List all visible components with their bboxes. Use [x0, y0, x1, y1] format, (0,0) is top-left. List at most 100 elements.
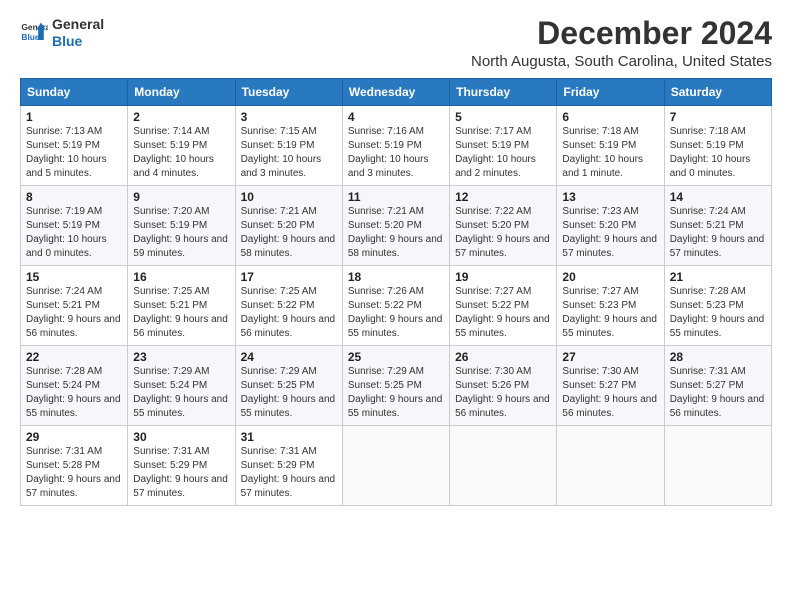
daylight-text: Daylight: 9 hours and 56 minutes. [455, 393, 551, 421]
daylight-text: Daylight: 9 hours and 57 minutes. [562, 233, 658, 261]
day-detail: Sunrise: 7:24 AMSunset: 5:21 PMDaylight:… [26, 285, 122, 341]
calendar-cell: 12Sunrise: 7:22 AMSunset: 5:20 PMDayligh… [450, 186, 557, 266]
sunset-text: Sunset: 5:19 PM [26, 139, 122, 153]
day-detail: Sunrise: 7:28 AMSunset: 5:24 PMDaylight:… [26, 365, 122, 421]
header: General Blue GeneralBlue December 2024 N… [20, 16, 772, 70]
day-detail: Sunrise: 7:31 AMSunset: 5:27 PMDaylight:… [670, 365, 766, 421]
sunrise-text: Sunrise: 7:24 AM [670, 205, 766, 219]
header-thursday: Thursday [450, 79, 557, 106]
sunrise-text: Sunrise: 7:18 AM [670, 125, 766, 139]
day-number: 1 [26, 110, 122, 124]
day-number: 25 [348, 350, 444, 364]
calendar-cell [557, 426, 664, 506]
day-detail: Sunrise: 7:21 AMSunset: 5:20 PMDaylight:… [241, 205, 337, 261]
daylight-text: Daylight: 9 hours and 55 minutes. [348, 313, 444, 341]
sunrise-text: Sunrise: 7:31 AM [670, 365, 766, 379]
sunset-text: Sunset: 5:24 PM [26, 379, 122, 393]
daylight-text: Daylight: 9 hours and 57 minutes. [455, 233, 551, 261]
sunrise-text: Sunrise: 7:27 AM [562, 285, 658, 299]
day-detail: Sunrise: 7:27 AMSunset: 5:22 PMDaylight:… [455, 285, 551, 341]
day-number: 16 [133, 270, 229, 284]
calendar-week-1: 1Sunrise: 7:13 AMSunset: 5:19 PMDaylight… [21, 106, 772, 186]
sunset-text: Sunset: 5:19 PM [133, 139, 229, 153]
day-detail: Sunrise: 7:25 AMSunset: 5:21 PMDaylight:… [133, 285, 229, 341]
daylight-text: Daylight: 9 hours and 56 minutes. [670, 393, 766, 421]
day-detail: Sunrise: 7:29 AMSunset: 5:25 PMDaylight:… [348, 365, 444, 421]
day-number: 21 [670, 270, 766, 284]
day-number: 15 [26, 270, 122, 284]
day-number: 24 [241, 350, 337, 364]
day-number: 9 [133, 190, 229, 204]
day-detail: Sunrise: 7:13 AMSunset: 5:19 PMDaylight:… [26, 125, 122, 181]
day-detail: Sunrise: 7:15 AMSunset: 5:19 PMDaylight:… [241, 125, 337, 181]
header-saturday: Saturday [664, 79, 771, 106]
sunset-text: Sunset: 5:19 PM [562, 139, 658, 153]
sunset-text: Sunset: 5:22 PM [455, 299, 551, 313]
sunset-text: Sunset: 5:19 PM [133, 219, 229, 233]
calendar-cell: 15Sunrise: 7:24 AMSunset: 5:21 PMDayligh… [21, 266, 128, 346]
day-detail: Sunrise: 7:28 AMSunset: 5:23 PMDaylight:… [670, 285, 766, 341]
day-detail: Sunrise: 7:29 AMSunset: 5:24 PMDaylight:… [133, 365, 229, 421]
calendar-cell: 25Sunrise: 7:29 AMSunset: 5:25 PMDayligh… [342, 346, 449, 426]
day-detail: Sunrise: 7:19 AMSunset: 5:19 PMDaylight:… [26, 205, 122, 261]
calendar-cell: 28Sunrise: 7:31 AMSunset: 5:27 PMDayligh… [664, 346, 771, 426]
day-detail: Sunrise: 7:24 AMSunset: 5:21 PMDaylight:… [670, 205, 766, 261]
daylight-text: Daylight: 9 hours and 55 minutes. [562, 313, 658, 341]
day-number: 23 [133, 350, 229, 364]
day-number: 11 [348, 190, 444, 204]
calendar-cell [342, 426, 449, 506]
day-detail: Sunrise: 7:27 AMSunset: 5:23 PMDaylight:… [562, 285, 658, 341]
calendar-cell: 8Sunrise: 7:19 AMSunset: 5:19 PMDaylight… [21, 186, 128, 266]
calendar-week-4: 22Sunrise: 7:28 AMSunset: 5:24 PMDayligh… [21, 346, 772, 426]
daylight-text: Daylight: 9 hours and 55 minutes. [455, 313, 551, 341]
sunrise-text: Sunrise: 7:21 AM [241, 205, 337, 219]
daylight-text: Daylight: 9 hours and 59 minutes. [133, 233, 229, 261]
sunset-text: Sunset: 5:25 PM [241, 379, 337, 393]
daylight-text: Daylight: 9 hours and 57 minutes. [133, 473, 229, 501]
day-number: 18 [348, 270, 444, 284]
header-monday: Monday [128, 79, 235, 106]
calendar-cell [664, 426, 771, 506]
calendar-cell: 24Sunrise: 7:29 AMSunset: 5:25 PMDayligh… [235, 346, 342, 426]
sunset-text: Sunset: 5:20 PM [562, 219, 658, 233]
month-title: December 2024 [471, 16, 772, 51]
sunrise-text: Sunrise: 7:14 AM [133, 125, 229, 139]
calendar-cell: 16Sunrise: 7:25 AMSunset: 5:21 PMDayligh… [128, 266, 235, 346]
logo-text: GeneralBlue [52, 16, 104, 50]
day-number: 12 [455, 190, 551, 204]
sunset-text: Sunset: 5:19 PM [241, 139, 337, 153]
calendar-cell: 1Sunrise: 7:13 AMSunset: 5:19 PMDaylight… [21, 106, 128, 186]
sunset-text: Sunset: 5:27 PM [670, 379, 766, 393]
day-number: 5 [455, 110, 551, 124]
calendar-cell [450, 426, 557, 506]
sunset-text: Sunset: 5:22 PM [348, 299, 444, 313]
calendar-cell: 26Sunrise: 7:30 AMSunset: 5:26 PMDayligh… [450, 346, 557, 426]
sunset-text: Sunset: 5:20 PM [348, 219, 444, 233]
day-number: 13 [562, 190, 658, 204]
day-detail: Sunrise: 7:23 AMSunset: 5:20 PMDaylight:… [562, 205, 658, 261]
header-row: Sunday Monday Tuesday Wednesday Thursday… [21, 79, 772, 106]
daylight-text: Daylight: 10 hours and 5 minutes. [26, 153, 122, 181]
daylight-text: Daylight: 9 hours and 55 minutes. [133, 393, 229, 421]
sunset-text: Sunset: 5:27 PM [562, 379, 658, 393]
sunrise-text: Sunrise: 7:29 AM [241, 365, 337, 379]
svg-text:General: General [21, 22, 48, 32]
day-detail: Sunrise: 7:25 AMSunset: 5:22 PMDaylight:… [241, 285, 337, 341]
sunset-text: Sunset: 5:24 PM [133, 379, 229, 393]
title-block: December 2024 North Augusta, South Carol… [471, 16, 772, 70]
sunrise-text: Sunrise: 7:29 AM [133, 365, 229, 379]
sunrise-text: Sunrise: 7:27 AM [455, 285, 551, 299]
day-number: 6 [562, 110, 658, 124]
sunset-text: Sunset: 5:25 PM [348, 379, 444, 393]
logo: General Blue GeneralBlue [20, 16, 104, 50]
sunset-text: Sunset: 5:22 PM [241, 299, 337, 313]
sunset-text: Sunset: 5:19 PM [348, 139, 444, 153]
sunset-text: Sunset: 5:29 PM [241, 459, 337, 473]
header-tuesday: Tuesday [235, 79, 342, 106]
day-detail: Sunrise: 7:26 AMSunset: 5:22 PMDaylight:… [348, 285, 444, 341]
sunset-text: Sunset: 5:19 PM [455, 139, 551, 153]
sunset-text: Sunset: 5:20 PM [241, 219, 337, 233]
calendar-page: General Blue GeneralBlue December 2024 N… [0, 0, 792, 612]
day-number: 3 [241, 110, 337, 124]
day-number: 7 [670, 110, 766, 124]
